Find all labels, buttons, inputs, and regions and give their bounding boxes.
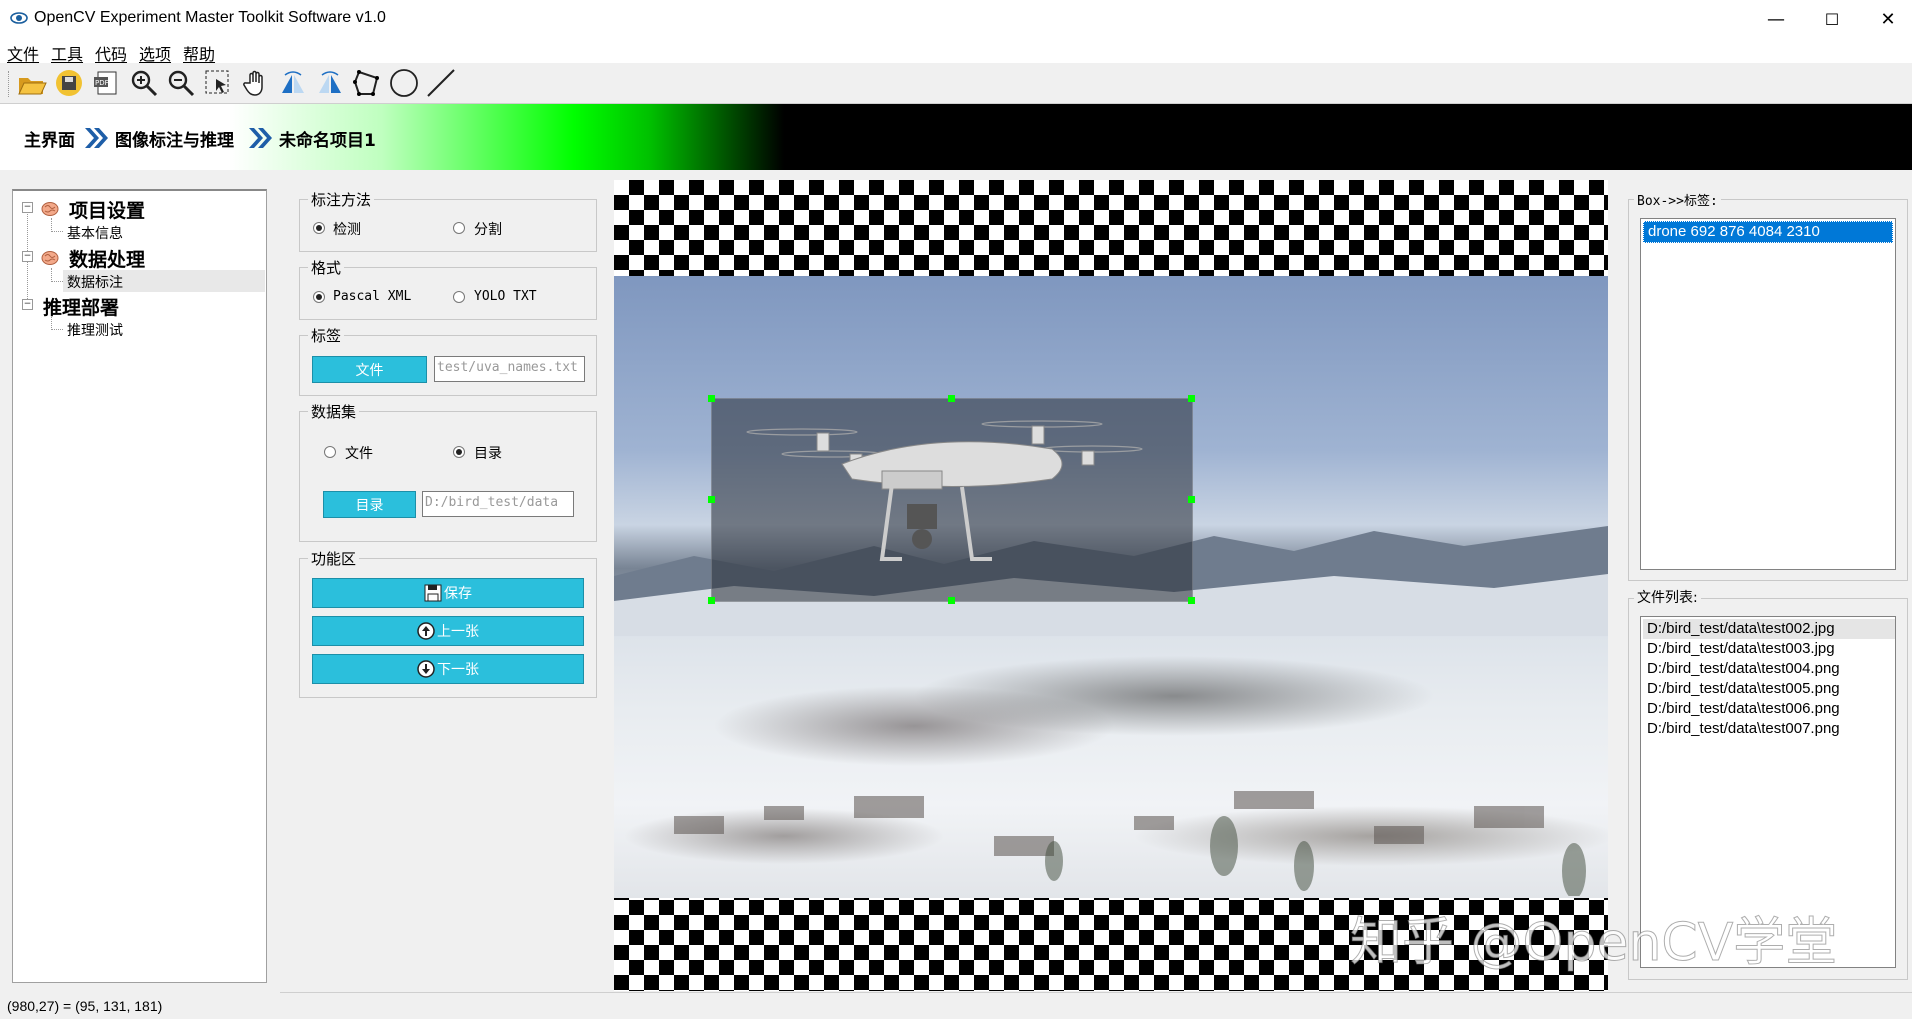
file-list-item[interactable]: D:/bird_test/data\test004.png xyxy=(1643,659,1840,679)
resize-handle[interactable] xyxy=(1188,395,1195,402)
annotation-method-title: 标注方法 xyxy=(308,189,375,210)
resize-handle[interactable] xyxy=(948,597,955,604)
file-list-item[interactable]: D:/bird_test/data\test002.jpg xyxy=(1643,619,1895,639)
radio-dataset-dir[interactable] xyxy=(453,446,465,458)
radio-yolo-txt-label[interactable]: YOLO TXT xyxy=(474,289,537,304)
collapse-toggle[interactable]: − xyxy=(22,202,33,213)
radio-pascal-xml[interactable] xyxy=(313,291,325,303)
menu-tools[interactable]: 工具 xyxy=(51,41,83,65)
box-labels-list[interactable]: drone 692 876 4084 2310 xyxy=(1640,218,1896,570)
file-list-item[interactable]: D:/bird_test/data\test006.png xyxy=(1643,699,1840,719)
menu-options[interactable]: 选项 xyxy=(139,41,171,65)
resize-handle[interactable] xyxy=(1188,597,1195,604)
minimize-button[interactable]: — xyxy=(1748,0,1804,38)
label-file-button[interactable]: 文件 xyxy=(312,356,427,383)
label-file-path-input[interactable]: test/uva_names.txt xyxy=(434,356,585,382)
menu-code[interactable]: 代码 xyxy=(95,41,127,65)
tree-item-data-annotation[interactable]: 数据标注 xyxy=(67,272,123,292)
resize-handle[interactable] xyxy=(708,496,715,503)
tree-node-data-processing[interactable]: 数据处理 xyxy=(69,245,145,272)
save-icon[interactable] xyxy=(53,67,85,99)
box-labels-title: Box->>标签: xyxy=(1634,190,1721,209)
zoom-out-icon[interactable] xyxy=(165,67,197,99)
save-button-label: 保存 xyxy=(444,586,472,602)
collapse-toggle[interactable]: − xyxy=(22,299,33,310)
prev-image-label: 上一张 xyxy=(437,624,479,640)
polygon-icon[interactable] xyxy=(351,67,383,99)
line-icon[interactable] xyxy=(425,67,457,99)
watermark: 知乎 @OpenCV学堂 xyxy=(1349,913,1838,974)
open-folder-icon[interactable] xyxy=(16,67,48,99)
dataset-dir-button[interactable]: 目录 xyxy=(323,491,416,518)
flip-right-icon[interactable] xyxy=(314,67,346,99)
drone-graphic xyxy=(746,420,1143,561)
svg-text:PDF: PDF xyxy=(95,79,109,87)
crumb-annotation[interactable]: 图像标注与推理 xyxy=(115,126,234,151)
collapse-toggle[interactable]: − xyxy=(22,251,33,262)
resize-handle[interactable] xyxy=(708,597,715,604)
radio-segment-label[interactable]: 分割 xyxy=(474,219,502,239)
radio-yolo-txt[interactable] xyxy=(453,291,465,303)
select-region-icon[interactable] xyxy=(202,67,234,99)
arrow-down-circle-icon xyxy=(417,660,435,678)
brain-icon xyxy=(41,251,59,265)
label-title: 标签 xyxy=(308,325,345,346)
double-chevron-icon xyxy=(249,128,272,148)
app-eye-icon xyxy=(10,12,28,24)
pixel-readout: (980,27) = (95, 131, 181) xyxy=(7,998,163,1014)
floppy-icon xyxy=(424,584,442,602)
save-button[interactable]: 保存 xyxy=(312,578,584,608)
nav-tree: − 项目设置 基本信息 − 数据处理 数据标注 − 推理部署 推理测试 xyxy=(12,189,267,983)
file-list-item[interactable]: D:/bird_test/data\test007.png xyxy=(1643,719,1840,739)
tree-node-inference-deploy[interactable]: 推理部署 xyxy=(43,293,119,320)
radio-detect[interactable] xyxy=(313,222,325,234)
status-bar: (980,27) = (95, 131, 181) xyxy=(0,992,1912,1019)
toolbar: PDF xyxy=(0,63,1912,104)
village-graphic xyxy=(674,791,1586,896)
bounding-box[interactable] xyxy=(711,398,1193,602)
menu-help[interactable]: 帮助 xyxy=(183,41,215,65)
radio-pascal-xml-label[interactable]: Pascal XML xyxy=(333,289,411,304)
export-icon[interactable]: PDF xyxy=(90,67,122,99)
file-list-item[interactable]: D:/bird_test/data\test005.png xyxy=(1643,679,1840,699)
box-label-item[interactable]: drone 692 876 4084 2310 xyxy=(1643,221,1893,243)
arrow-up-circle-icon xyxy=(417,622,435,640)
crumb-project[interactable]: 未命名项目1 xyxy=(279,126,376,151)
radio-dataset-file-label[interactable]: 文件 xyxy=(345,443,373,463)
zoom-in-icon[interactable] xyxy=(128,67,160,99)
title-bar: OpenCV Experiment Master Toolkit Softwar… xyxy=(0,0,1912,39)
crumb-home[interactable]: 主界面 xyxy=(24,126,75,151)
dataset-title: 数据集 xyxy=(308,401,360,422)
maximize-button[interactable]: ☐ xyxy=(1804,0,1860,38)
dataset-group xyxy=(299,411,597,542)
resize-handle[interactable] xyxy=(948,395,955,402)
menu-bar: 文件 工具 代码 选项 帮助 xyxy=(0,38,1912,65)
radio-detect-label[interactable]: 检测 xyxy=(333,219,361,239)
window-title: OpenCV Experiment Master Toolkit Softwar… xyxy=(34,9,386,26)
radio-dataset-dir-label[interactable]: 目录 xyxy=(474,443,502,463)
prev-image-button[interactable]: 上一张 xyxy=(312,616,584,646)
format-title: 格式 xyxy=(308,257,345,278)
file-list-item[interactable]: D:/bird_test/data\test003.jpg xyxy=(1643,639,1835,659)
function-area-title: 功能区 xyxy=(308,548,360,569)
next-image-label: 下一张 xyxy=(437,662,479,678)
tree-item-inference-test[interactable]: 推理测试 xyxy=(67,320,123,340)
menu-file[interactable]: 文件 xyxy=(7,41,39,65)
radio-dataset-file[interactable] xyxy=(324,446,336,458)
dataset-dir-path-input[interactable]: D:/bird_test/data xyxy=(422,491,574,517)
double-chevron-icon xyxy=(85,128,108,148)
tree-node-project-settings[interactable]: 项目设置 xyxy=(69,196,145,223)
pan-hand-icon[interactable] xyxy=(240,67,272,99)
circle-icon[interactable] xyxy=(388,67,420,99)
flip-left-icon[interactable] xyxy=(277,67,309,99)
brain-icon xyxy=(41,202,59,216)
radio-segment[interactable] xyxy=(453,222,465,234)
resize-handle[interactable] xyxy=(708,395,715,402)
file-list-title: 文件列表: xyxy=(1634,587,1701,607)
next-image-button[interactable]: 下一张 xyxy=(312,654,584,684)
resize-handle[interactable] xyxy=(1188,496,1195,503)
tree-item-basic-info[interactable]: 基本信息 xyxy=(67,223,123,243)
breadcrumb: 主界面 图像标注与推理 未命名项目1 xyxy=(0,104,1912,170)
close-button[interactable]: ✕ xyxy=(1860,0,1912,38)
